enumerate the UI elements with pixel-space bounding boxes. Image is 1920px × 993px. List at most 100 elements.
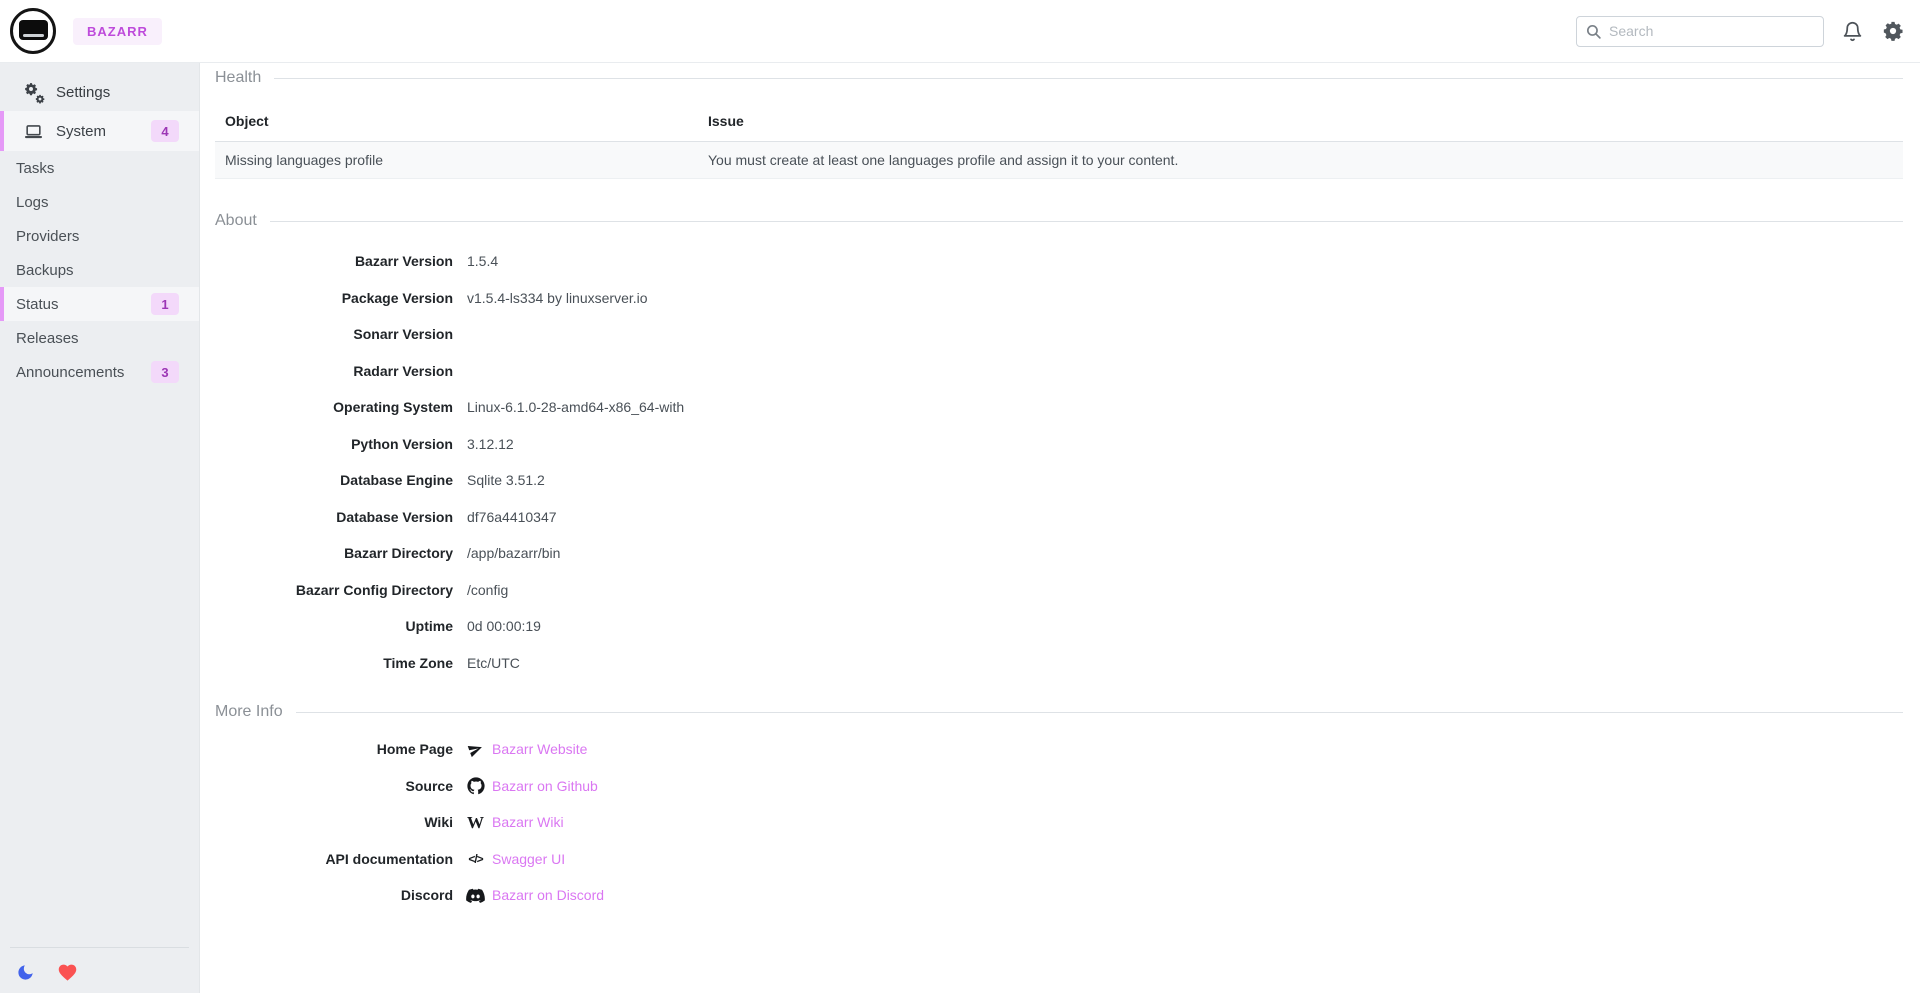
sidebar-footer (0, 947, 199, 983)
more-info-row: API documentation </> Swagger UI (215, 841, 1903, 878)
about-row-value: Linux-6.1.0-28-amd64-x86_64-with (467, 399, 684, 415)
about-row-value: /config (467, 582, 508, 598)
about-row: Radarr Version (215, 353, 1903, 390)
search-input[interactable] (1609, 23, 1815, 39)
sidebar-item-label: Backups (16, 262, 74, 279)
about-row-label: Operating System (215, 399, 453, 415)
about-row-value: df76a4410347 (467, 509, 557, 525)
about-row: Database Version df76a4410347 (215, 499, 1903, 536)
more-info-row-label: Source (215, 778, 453, 794)
more-info-link[interactable]: Bazarr Website (492, 741, 587, 757)
health-table-header-row: Object Issue (215, 97, 1903, 142)
health-column-issue: Issue (698, 97, 1903, 142)
section-divider (296, 712, 1903, 713)
health-table-row: Missing languages profile You must creat… (215, 142, 1903, 179)
about-row: Operating System Linux-6.1.0-28-amd64-x8… (215, 389, 1903, 426)
about-rows: Bazarr Version 1.5.4 Package Version v1.… (215, 243, 1903, 681)
system-count-badge: 4 (151, 120, 179, 142)
more-info-row-label: Discord (215, 887, 453, 903)
sidebar-item-settings[interactable]: Settings (0, 73, 199, 111)
about-row-value: 0d 00:00:19 (467, 618, 541, 634)
github-icon (466, 776, 485, 795)
more-info-section-header: More Info (215, 703, 1903, 721)
search-icon (1585, 23, 1602, 40)
health-object-cell: Missing languages profile (215, 142, 698, 179)
sidebar-item[interactable]: Logs (0, 185, 199, 219)
sidebar-settings-label: Settings (56, 84, 110, 101)
sidebar-item-badge: 1 (151, 293, 179, 315)
about-row: Database Engine Sqlite 3.51.2 (215, 462, 1903, 499)
bazarr-logo-screen (19, 20, 48, 40)
about-row-value: /app/bazarr/bin (467, 545, 560, 561)
top-bar: BAZARR (0, 0, 1920, 63)
about-row: Sonarr Version (215, 316, 1903, 353)
section-divider (270, 221, 1903, 222)
more-info-link[interactable]: Bazarr Wiki (492, 814, 564, 830)
wikipedia-icon: W (466, 813, 485, 832)
more-info-link[interactable]: Swagger UI (492, 851, 565, 867)
about-row: Uptime 0d 00:00:19 (215, 608, 1903, 645)
sidebar-item[interactable]: Backups (0, 253, 199, 287)
about-row-value: 3.12.12 (467, 436, 514, 452)
about-row-value: Etc/UTC (467, 655, 520, 671)
more-info-row: Source Bazarr on Github (215, 768, 1903, 805)
sidebar-item[interactable]: Tasks (0, 151, 199, 185)
sidebar-system-label: System (56, 123, 106, 140)
about-title: About (215, 212, 257, 230)
settings-gears-icon (24, 82, 44, 102)
sidebar-item-label: Announcements (16, 364, 124, 381)
bazarr-app: BAZARR Settings (0, 0, 1920, 993)
brand-badge[interactable]: BAZARR (73, 18, 162, 45)
more-info-link[interactable]: Bazarr on Discord (492, 887, 604, 903)
notifications-bell-icon[interactable] (1839, 18, 1865, 44)
more-info-row-label: Wiki (215, 814, 453, 830)
about-section-header: About (215, 212, 1903, 230)
sidebar-item-label: Logs (16, 194, 49, 211)
health-table: Object Issue Missing languages profile Y… (215, 97, 1903, 179)
about-row-label: Uptime (215, 618, 453, 634)
sidebar-item-label: Status (16, 296, 59, 313)
about-row: Time Zone Etc/UTC (215, 645, 1903, 682)
more-info-row-label: Home Page (215, 741, 453, 757)
about-row-label: Python Version (215, 436, 453, 452)
about-row: Bazarr Config Directory /config (215, 572, 1903, 609)
donate-heart-icon[interactable] (56, 961, 78, 983)
more-info-row: Wiki W Bazarr Wiki (215, 804, 1903, 841)
sidebar-item[interactable]: Releases (0, 321, 199, 355)
discord-icon (466, 886, 485, 905)
about-row-value: v1.5.4-ls334 by linuxserver.io (467, 290, 648, 306)
about-row-label: Sonarr Version (215, 326, 453, 342)
sidebar-item-label: Releases (16, 330, 79, 347)
bazarr-logo[interactable] (10, 8, 56, 54)
sidebar-item[interactable]: Announcements 3 (0, 355, 199, 389)
sidebar-item-label: Providers (16, 228, 79, 245)
health-title: Health (215, 69, 261, 87)
more-info-link[interactable]: Bazarr on Github (492, 778, 598, 794)
sidebar-item[interactable]: Providers (0, 219, 199, 253)
laptop-icon (24, 122, 43, 141)
more-info-row-label: API documentation (215, 851, 453, 867)
about-row-label: Bazarr Directory (215, 545, 453, 561)
settings-gear-icon[interactable] (1880, 18, 1906, 44)
search-box[interactable] (1576, 16, 1824, 47)
sidebar-item-system[interactable]: System 4 (0, 111, 199, 151)
more-info-title: More Info (215, 703, 283, 721)
about-row-label: Database Engine (215, 472, 453, 488)
about-row: Bazarr Directory /app/bazarr/bin (215, 535, 1903, 572)
health-issue-cell: You must create at least one languages p… (698, 142, 1903, 179)
about-row-label: Package Version (215, 290, 453, 306)
about-row: Python Version 3.12.12 (215, 426, 1903, 463)
header-actions (1576, 16, 1906, 47)
sidebar-item[interactable]: Status 1 (0, 287, 199, 321)
sidebar: Settings System 4 Tasks Logs (0, 63, 200, 993)
health-section-header: Health (215, 69, 1903, 87)
about-row-label: Time Zone (215, 655, 453, 671)
about-row: Bazarr Version 1.5.4 (215, 243, 1903, 280)
sidebar-nav: Tasks Logs Providers Backups (0, 151, 199, 389)
dark-mode-moon-icon[interactable] (14, 961, 36, 983)
more-info-rows: Home Page Bazarr Website (215, 731, 1903, 914)
sidebar-item-label: Tasks (16, 160, 54, 177)
about-row-label: Bazarr Config Directory (215, 582, 453, 598)
about-row-label: Bazarr Version (215, 253, 453, 269)
about-row-value: 1.5.4 (467, 253, 498, 269)
